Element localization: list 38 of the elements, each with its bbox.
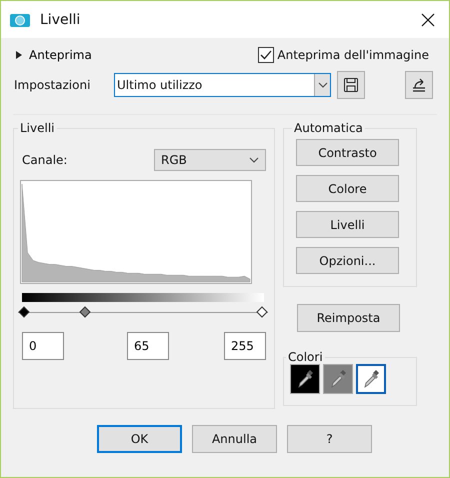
reset-presets-button[interactable] (405, 71, 433, 99)
save-button[interactable] (337, 71, 365, 99)
slider-thumb[interactable] (78, 306, 91, 318)
close-icon[interactable] (421, 12, 435, 26)
chevron-down-icon (249, 157, 259, 163)
group-title: Automatica (293, 121, 364, 135)
eyedropper-icon (329, 369, 347, 389)
level-input[interactable]: 65 (127, 332, 169, 360)
group-title: Colori (287, 350, 324, 364)
checkbox[interactable] (258, 47, 274, 63)
dialog-button[interactable]: OK (97, 425, 182, 453)
slider-thumb[interactable] (18, 306, 30, 318)
level-input[interactable]: 255 (224, 332, 266, 360)
curved-arrow-icon (410, 77, 428, 93)
dialog-button[interactable]: ? (287, 425, 372, 453)
window-title: Livelli (40, 12, 82, 28)
app-icon (10, 12, 30, 28)
preview-expander[interactable]: Anteprima (13, 48, 92, 62)
chevron-down-icon (318, 82, 328, 88)
checkbox-label: Anteprima dell'immagine (277, 48, 429, 62)
level-input[interactable]: 0 (22, 332, 64, 360)
auto-button[interactable]: Contrasto (296, 139, 399, 166)
eyedropper-button[interactable] (290, 364, 320, 394)
eyedropper-icon (362, 369, 380, 389)
channel-label: Canale: (22, 153, 68, 167)
settings-dropdown[interactable]: Ultimo utilizzo (114, 73, 331, 97)
dialog-button[interactable]: Annulla (192, 425, 277, 453)
triangle-icon (15, 50, 23, 60)
eyedropper-button[interactable] (356, 364, 386, 394)
reset-button[interactable]: Reimposta (297, 304, 400, 332)
auto-button[interactable]: Livelli (296, 211, 399, 238)
settings-label: Impostazioni (13, 78, 92, 92)
auto-button[interactable]: Colore (296, 175, 399, 202)
group-title: Livelli (19, 121, 56, 135)
auto-button[interactable]: Opzioni... (296, 247, 399, 274)
slider-thumb[interactable] (256, 306, 268, 318)
channel-dropdown[interactable]: RGB (154, 149, 266, 171)
eyedropper-icon (296, 369, 314, 389)
